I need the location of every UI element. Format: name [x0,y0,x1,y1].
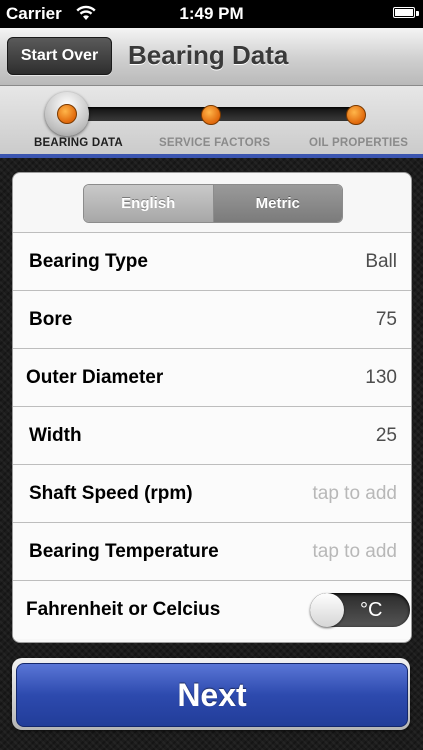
bearing-type-value: Ball [365,251,397,272]
bearing-temperature-label: Bearing Temperature [29,541,219,562]
outer-diameter-value: 130 [365,367,397,388]
battery-icon [393,7,415,18]
bore-label: Bore [29,309,73,330]
navigation-bar: Start Over Bearing Data [0,28,423,86]
bearing-type-row[interactable]: Bearing Type Ball [13,232,411,291]
toggle-value: °C [360,599,383,621]
temperature-unit-label: Fahrenheit or Celcius [26,599,221,620]
bearing-temperature-row[interactable]: Bearing Temperature tap to add [13,522,411,581]
celsius-toggle[interactable]: °C [310,593,410,627]
next-button[interactable]: Next [16,663,408,727]
units-metric-button[interactable]: Metric [213,185,342,222]
bearing-type-label: Bearing Type [29,251,148,272]
shaft-speed-label: Shaft Speed (rpm) [29,483,193,504]
bearing-temperature-input[interactable]: tap to add [312,523,397,581]
start-over-button[interactable]: Start Over [7,37,112,75]
bore-value: 75 [375,309,397,330]
bore-row[interactable]: Bore 75 [13,290,411,349]
battery-tip [416,11,419,16]
outer-diameter-row[interactable]: Outer Diameter 130 [13,348,411,407]
clock: 1:49 PM [179,4,244,23]
temperature-unit-row: Fahrenheit or Celcius °C [13,580,411,639]
outer-diameter-label: Outer Diameter [26,367,164,388]
step-active-indicator[interactable] [45,92,89,136]
bearing-data-form: English Metric Bearing Type Ball Bore 75… [12,172,412,643]
shaft-speed-row[interactable]: Shaft Speed (rpm) tap to add [13,464,411,523]
progress-steps: BEARING DATA SERVICE FACTORS OIL PROPERT… [0,86,423,158]
width-value: 25 [375,425,397,446]
units-english-button[interactable]: English [84,185,214,222]
toggle-knob[interactable] [310,593,344,627]
units-segmented-control: English Metric [83,184,343,223]
step-dot-oil-properties[interactable] [346,105,366,125]
step-label-service-factors: SERVICE FACTORS [159,137,271,149]
width-label: Width [29,425,82,446]
status-bar: Carrier 1:49 PM [0,0,423,28]
width-row[interactable]: Width 25 [13,406,411,465]
step-dot-bearing-data [57,104,77,124]
next-button-frame: Next [12,658,410,730]
step-label-oil-properties: OIL PROPERTIES [309,137,409,149]
step-label-bearing-data: BEARING DATA [34,137,123,149]
step-dot-service-factors[interactable] [201,105,221,125]
shaft-speed-input[interactable]: tap to add [312,465,397,523]
page-title: Bearing Data [128,40,289,70]
